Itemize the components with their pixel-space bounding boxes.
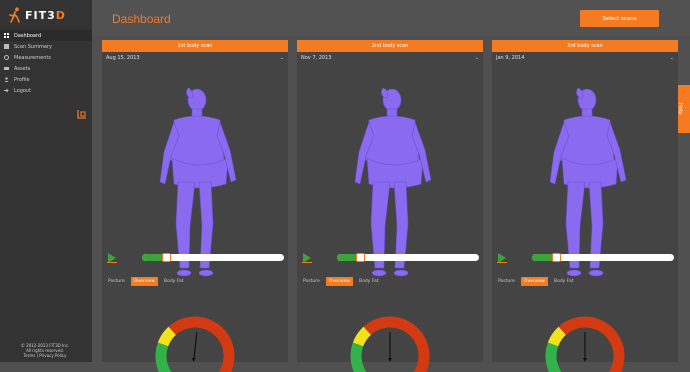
sidebar-item-assets[interactable]: Assets: [0, 63, 92, 74]
gauge-risk-band: [363, 316, 430, 372]
gauge-caution-band: [547, 326, 567, 347]
brand-name: FIT3D: [25, 9, 66, 22]
gauge-healthy-band: [545, 342, 562, 372]
view-mode-tabs: Posture Overview Body Fat: [495, 277, 576, 286]
profile-icon: [4, 77, 9, 82]
tab-posture[interactable]: Posture: [300, 277, 323, 286]
chevron-down-icon[interactable]: ⌄: [475, 55, 479, 61]
body-fat-gauge: [545, 316, 625, 372]
gauge-needle-tip: [583, 358, 587, 362]
dashboard-icon: [4, 33, 9, 38]
gauge-needle-tip: [191, 358, 196, 362]
scan-panel: 2nd body scan Nov 7, 2013 ⌄ Posture Over…: [297, 40, 483, 372]
play-icon[interactable]: [302, 253, 312, 263]
assets-icon: [4, 67, 9, 70]
gauge-risk-band: [558, 316, 625, 372]
tab-body-fat[interactable]: Body Fat: [551, 277, 577, 286]
tab-posture[interactable]: Posture: [105, 277, 128, 286]
scan-panel-header[interactable]: 2nd body scan: [297, 40, 483, 52]
play-icon[interactable]: [107, 253, 117, 263]
scan-panel: 1st body scan Aug 15, 2013 ⌄ Posture Ove…: [102, 40, 288, 372]
runner-logo-icon: [9, 7, 20, 23]
scan-rotation-slider[interactable]: [532, 253, 674, 262]
gauge-needle-tip: [388, 358, 392, 362]
sidebar-item-label: Profile: [14, 76, 30, 83]
slider-thumb[interactable]: [162, 253, 172, 262]
tab-body-fat[interactable]: Body Fat: [161, 277, 187, 286]
tab-body-fat[interactable]: Body Fat: [356, 277, 382, 286]
chevron-down-icon[interactable]: ⌄: [670, 55, 674, 61]
slider-thumb[interactable]: [552, 253, 562, 262]
tab-overview[interactable]: Overview: [325, 277, 353, 286]
3d-body-model[interactable]: [492, 70, 678, 280]
scan-date: Jan 9, 2014: [496, 55, 525, 61]
body-fat-gauge: [155, 316, 235, 372]
sidebar: FIT3D Dashboard Scan Summary Measurement…: [0, 0, 92, 362]
scan-date: Aug 15, 2013: [106, 55, 140, 61]
sidebar-item-label: Measurements: [14, 54, 51, 61]
tab-overview[interactable]: Overview: [130, 277, 158, 286]
brand-name-prefix: F: [25, 8, 34, 22]
gauge-healthy-band: [155, 342, 172, 372]
sidebar-item-profile[interactable]: Profile: [0, 74, 92, 85]
sidebar-item-dashboard[interactable]: Dashboard: [0, 30, 92, 41]
sidebar-item-label: Assets: [14, 65, 31, 72]
scan-rotation-slider[interactable]: [142, 253, 284, 262]
scan-date: Nov 7, 2013: [301, 55, 332, 61]
sidebar-item-label: Dashboard: [14, 32, 42, 39]
3d-body-model[interactable]: [102, 70, 288, 280]
tab-posture[interactable]: Posture: [495, 277, 518, 286]
gauge-risk-band: [168, 316, 235, 372]
gauge-caution-band: [352, 326, 372, 347]
sidebar-item-label: Logout: [14, 87, 32, 94]
fit3d-logo[interactable]: FIT3D: [8, 6, 84, 24]
scan-panel-header[interactable]: 1st body scan: [102, 40, 288, 52]
view-mode-tabs: Posture Overview Body Fat: [300, 277, 381, 286]
scan-panel-header[interactable]: 3rd body scan: [492, 40, 678, 52]
page-header: Dashboard Select scans: [92, 0, 690, 36]
sidebar-nav: Dashboard Scan Summary Measurements Asse…: [0, 30, 92, 96]
gauge-needle: [193, 331, 198, 361]
sidebar-item-label: Scan Summary: [14, 43, 52, 50]
measurements-icon: [4, 55, 9, 60]
copyright-notice: © 2012-2013 FIT3D Inc. All rights reserv…: [4, 343, 86, 358]
view-mode-tabs: Posture Overview Body Fat: [105, 277, 186, 286]
sidebar-item-measurements[interactable]: Measurements: [0, 52, 92, 63]
logout-icon: [4, 88, 9, 93]
summary-icon: [4, 44, 9, 49]
brand-name-suffix: D: [55, 8, 66, 22]
tab-overview[interactable]: Overview: [520, 277, 548, 286]
slider-thumb[interactable]: [355, 253, 365, 262]
brand-name-main: IT3: [33, 8, 56, 22]
scan-panel: 3rd body scan Jan 9, 2014 ⌄ Posture Over…: [492, 40, 678, 372]
play-icon[interactable]: [497, 253, 507, 263]
3d-body-model[interactable]: [297, 70, 483, 280]
scan-rotation-slider[interactable]: [337, 253, 479, 262]
terms-privacy-links[interactable]: Terms | Privacy Policy: [4, 353, 86, 358]
panel-collapse-icon[interactable]: [77, 109, 87, 119]
body-fat-gauge: [350, 316, 430, 372]
select-scans-button[interactable]: Select scans: [580, 10, 659, 27]
sidebar-item-scan-summary[interactable]: Scan Summary: [0, 41, 92, 52]
page-title: Dashboard: [112, 12, 171, 26]
gauge-healthy-band: [350, 342, 367, 372]
chevron-down-icon[interactable]: ⌄: [280, 55, 284, 61]
gauge-caution-band: [157, 326, 177, 347]
sidebar-item-logout[interactable]: Logout: [0, 85, 92, 96]
